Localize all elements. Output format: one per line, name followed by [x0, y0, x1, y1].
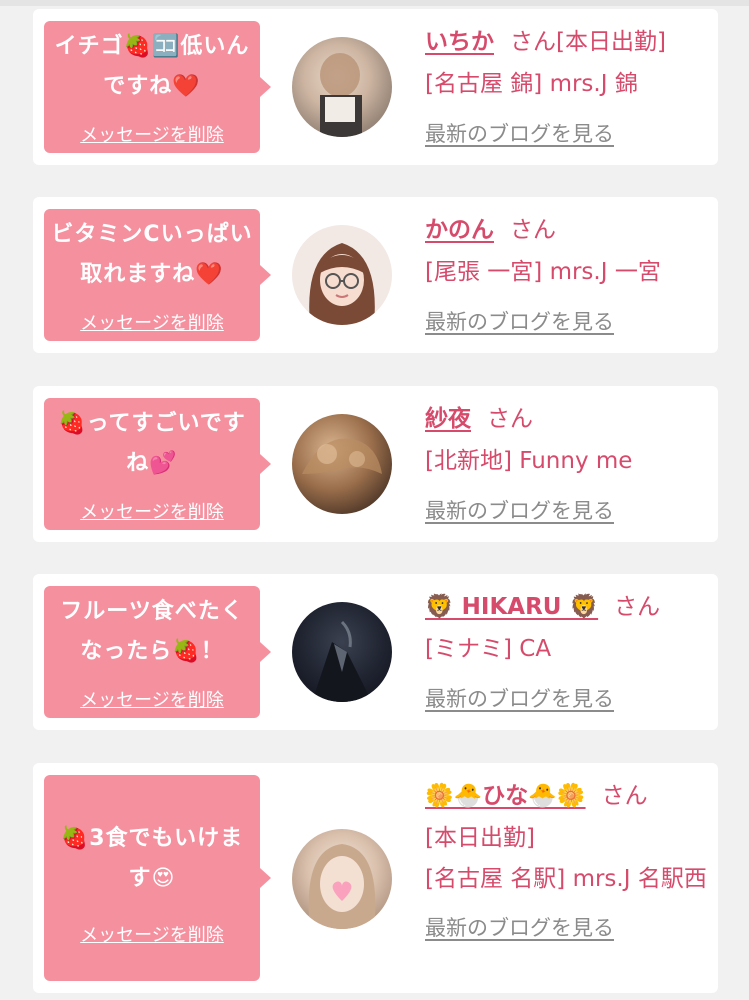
cast-info: 🦁 HIKARU 🦁 さん [ミナミ] CA 最新のブログを見る: [425, 586, 708, 720]
delete-message-link[interactable]: メッセージを削除: [44, 686, 260, 712]
message-bubble: イチゴ🍓🈁低いんですね❤️ メッセージを削除: [44, 21, 271, 153]
cast-area: [ミナミ] CA: [425, 636, 552, 662]
cast-info: かのん さん [尾張 一宮] mrs.J 一宮 最新のブログを見る: [425, 209, 708, 343]
cast-name-link[interactable]: 紗夜: [425, 406, 471, 432]
message-text: ビタミンCいっぱい取れますね❤️: [51, 222, 253, 287]
cast-area: [名古屋 名駅] mrs.J 名駅西: [425, 866, 707, 892]
delete-message-link[interactable]: メッセージを削除: [44, 921, 260, 947]
cast-name-link[interactable]: かのん: [425, 217, 494, 243]
cast-status: [本日出勤]: [425, 825, 535, 851]
cast-suffix: さん: [601, 783, 648, 809]
delete-message-link[interactable]: メッセージを削除: [44, 121, 260, 147]
cast-suffix: さん: [487, 406, 533, 432]
message-card: 🍓3食でもいけます😍 メッセージを削除 🌼🐣ひな🐣🌼 さん [本日出勤] [名古屋…: [33, 763, 718, 993]
message-text: イチゴ🍓🈁低いんですね❤️: [54, 34, 250, 99]
cast-area: [北新地] Funny me: [425, 448, 633, 474]
message-text: 🍓3食でもいけます😍: [60, 826, 244, 891]
latest-blog-link[interactable]: 最新のブログを見る: [425, 687, 614, 711]
cast-info: いちか さん[本日出勤] [名古屋 錦] mrs.J 錦 最新のブログを見る: [425, 21, 708, 155]
cast-suffix: さん: [510, 217, 556, 243]
avatar[interactable]: [292, 602, 392, 702]
message-card: 🍓ってすごいですね💕 メッセージを削除 紗夜 さん [北新地] Funny me …: [33, 386, 718, 542]
cast-info: 紗夜 さん [北新地] Funny me 最新のブログを見る: [425, 398, 708, 532]
message-text: 🍓ってすごいですね💕: [58, 411, 246, 476]
message-card: フルーツ食べたくなったら🍓！ メッセージを削除 🦁 HIKARU 🦁 さん [ミナ…: [33, 574, 718, 730]
avatar-image: [302, 438, 382, 474]
message-bubble: 🍓3食でもいけます😍 メッセージを削除: [44, 775, 271, 981]
cast-area: [尾張 一宮] mrs.J 一宮: [425, 259, 661, 285]
message-text: フルーツ食べたくなったら🍓！: [60, 599, 244, 664]
cast-name-link[interactable]: 🌼🐣ひな🐣🌼: [425, 783, 586, 809]
cast-name-link[interactable]: 🦁 HIKARU 🦁: [425, 594, 598, 620]
cast-info: 🌼🐣ひな🐣🌼 さん [本日出勤] [名古屋 名駅] mrs.J 名駅西 最新のブロ…: [425, 775, 708, 949]
avatar-image: [308, 844, 376, 929]
cast-suffix: さん: [614, 594, 661, 620]
avatar-image: [309, 243, 375, 325]
cast-name-link[interactable]: いちか: [425, 29, 494, 55]
latest-blog-link[interactable]: 最新のブログを見る: [425, 916, 614, 940]
latest-blog-link[interactable]: 最新のブログを見る: [425, 310, 614, 334]
latest-blog-link[interactable]: 最新のブログを見る: [425, 122, 614, 146]
cast-suffix: さん[本日出勤]: [510, 29, 666, 55]
latest-blog-link[interactable]: 最新のブログを見る: [425, 499, 614, 523]
avatar[interactable]: [292, 414, 392, 514]
message-bubble: ビタミンCいっぱい取れますね❤️ メッセージを削除: [44, 209, 271, 341]
top-divider: [0, 0, 749, 6]
delete-message-link[interactable]: メッセージを削除: [44, 309, 260, 335]
avatar-image: [320, 53, 362, 137]
avatar-image: [312, 620, 372, 702]
cast-area: [名古屋 錦] mrs.J 錦: [425, 71, 638, 97]
message-bubble: 🍓ってすごいですね💕 メッセージを削除: [44, 398, 271, 530]
message-bubble: フルーツ食べたくなったら🍓！ メッセージを削除: [44, 586, 271, 718]
delete-message-link[interactable]: メッセージを削除: [44, 498, 260, 524]
avatar[interactable]: [292, 829, 392, 929]
avatar[interactable]: [292, 37, 392, 137]
message-card: イチゴ🍓🈁低いんですね❤️ メッセージを削除 いちか さん[本日出勤] [名古屋 …: [33, 9, 718, 165]
avatar[interactable]: [292, 225, 392, 325]
message-card: ビタミンCいっぱい取れますね❤️ メッセージを削除 かのん さん [尾張 一宮] …: [33, 197, 718, 353]
